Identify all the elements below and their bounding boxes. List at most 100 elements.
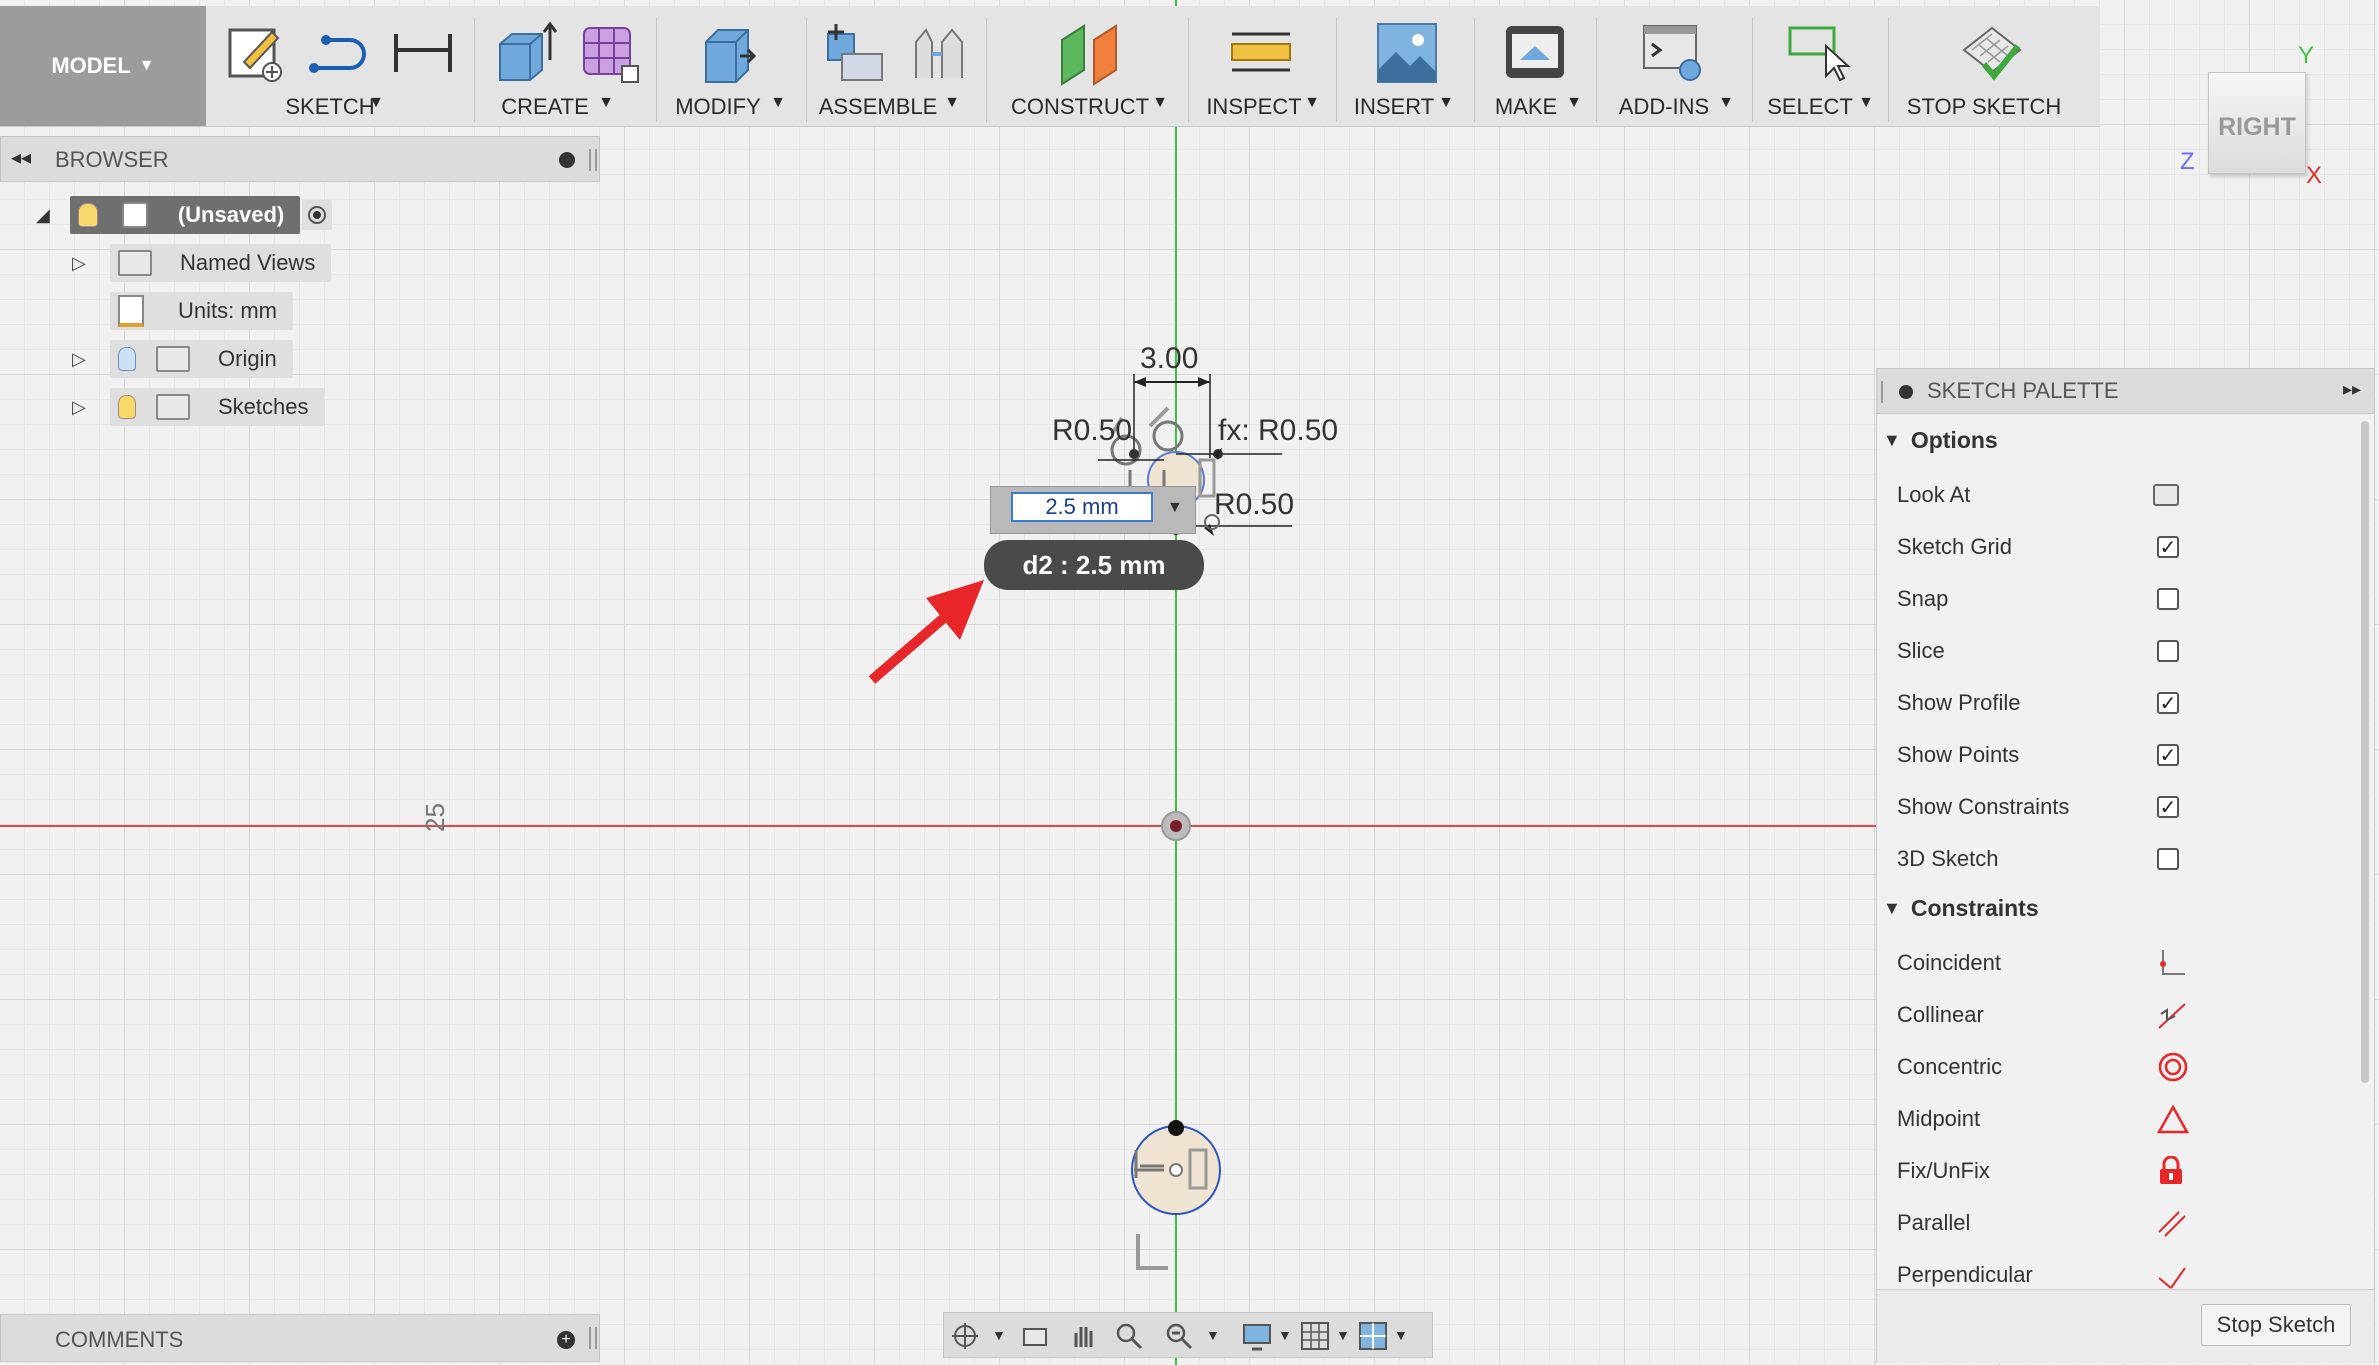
concentric-icon[interactable] [2157, 1051, 2189, 1083]
grid-settings-icon[interactable] [1300, 1321, 1330, 1351]
toolbar-inspect-label[interactable]: INSPECT [1206, 94, 1301, 120]
activate-radio-icon[interactable] [302, 200, 333, 230]
chevron-down-icon[interactable]: ▼ [1883, 430, 1901, 451]
midpoint-icon[interactable] [2157, 1104, 2189, 1134]
measure-icon[interactable] [1228, 20, 1294, 86]
viewports-icon[interactable] [1358, 1321, 1388, 1351]
minimize-icon[interactable] [559, 152, 575, 168]
joint-icon[interactable] [906, 20, 972, 86]
chevron-down-icon[interactable]: ▼ [598, 94, 614, 112]
form-icon[interactable] [576, 20, 642, 86]
chevron-down-icon[interactable]: ▼ [992, 1327, 1006, 1343]
extrude-icon[interactable] [492, 20, 558, 86]
option-show-points[interactable]: Show Points ✓ [1897, 735, 2337, 775]
viewcube-face[interactable]: RIGHT [2208, 72, 2306, 174]
stop-sketch-button[interactable]: Stop Sketch [2201, 1304, 2351, 1346]
offset-plane-icon[interactable] [1058, 20, 1124, 86]
toolbar-insert-label[interactable]: INSERT [1354, 94, 1434, 120]
lightbulb-icon[interactable] [77, 203, 98, 227]
chevron-down-icon[interactable]: ▼ [770, 94, 786, 112]
browser-item-origin[interactable]: ▷ Origin [72, 340, 293, 378]
chevron-down-icon[interactable]: ▼ [1394, 1327, 1408, 1343]
width-dimension[interactable]: 3.00 [1140, 342, 1198, 376]
options-section-header[interactable]: ▼ Options [1883, 427, 1998, 454]
create-sketch-icon[interactable] [222, 20, 288, 86]
show-points-checkbox[interactable]: ✓ [2157, 744, 2179, 767]
constraint-collinear[interactable]: Collinear [1897, 995, 2337, 1035]
chevron-down-icon[interactable]: ▼ [1336, 1327, 1350, 1343]
lightbulb-icon[interactable] [118, 395, 136, 419]
scripts-addins-icon[interactable] [1640, 20, 1706, 86]
browser-item-sketches[interactable]: ▷ Sketches [72, 388, 325, 426]
chevron-down-icon[interactable]: ▼ [944, 94, 960, 112]
look-at-icon[interactable] [1020, 1321, 1050, 1351]
panel-grip[interactable] [589, 1327, 597, 1349]
radius-dimension-left[interactable]: R0.50 [1052, 414, 1132, 448]
show-constraints-checkbox[interactable]: ✓ [2157, 796, 2179, 819]
panel-grip[interactable] [589, 149, 597, 171]
option-3d-sketch[interactable]: 3D Sketch [1897, 839, 2337, 879]
fit-zoom-icon[interactable] [1164, 1321, 1194, 1351]
viewcube[interactable]: RIGHT Y Z X [2180, 42, 2322, 189]
dimension-tool-icon[interactable] [390, 20, 456, 86]
expand-triangle-icon[interactable]: ▷ [72, 253, 110, 274]
toolbar-construct-label[interactable]: CONSTRUCT [1011, 94, 1149, 120]
browser-root-item[interactable]: ◢ (Unsaved) [36, 196, 333, 234]
palette-header[interactable]: SKETCH PALETTE ▸▸ [1877, 369, 2374, 414]
toolbar-sketch-label[interactable]: SKETCH [285, 94, 374, 120]
collapse-left-icon[interactable]: ◂◂ [11, 145, 31, 170]
parallel-icon[interactable] [2157, 1208, 2187, 1238]
slice-checkbox[interactable] [2157, 640, 2179, 662]
coincident-icon[interactable] [2157, 948, 2187, 978]
expand-triangle-icon[interactable]: ▷ [72, 397, 110, 418]
constraints-section-header[interactable]: ▼ Constraints [1883, 895, 2039, 922]
pan-hand-icon[interactable] [1068, 1321, 1098, 1351]
radius-dimension-right[interactable]: R0.50 [1214, 488, 1294, 522]
3d-sketch-checkbox[interactable] [2157, 848, 2179, 870]
line-tool-icon[interactable] [306, 20, 372, 86]
browser-item-units[interactable]: Units: mm [110, 292, 293, 330]
chevron-down-icon[interactable]: ▼ [1858, 94, 1874, 112]
option-show-profile[interactable]: Show Profile ✓ [1897, 683, 2337, 723]
snap-checkbox[interactable] [2157, 588, 2179, 610]
dimension-value-input[interactable] [1011, 492, 1153, 522]
insert-image-icon[interactable] [1374, 20, 1440, 86]
sketch-grid-checkbox[interactable]: ✓ [2157, 536, 2179, 559]
option-slice[interactable]: Slice [1897, 631, 2337, 671]
3d-print-icon[interactable] [1502, 20, 1568, 86]
collinear-icon[interactable] [2157, 1000, 2187, 1030]
toolbar-create-label[interactable]: CREATE [501, 94, 589, 120]
look-at-icon[interactable] [2153, 484, 2179, 506]
chevron-down-icon[interactable]: ▼ [1438, 94, 1454, 112]
sketch-geometry[interactable] [1000, 330, 1400, 1280]
chevron-down-icon[interactable]: ▼ [368, 94, 384, 112]
chevron-down-icon[interactable]: ▼ [1152, 94, 1168, 112]
option-sketch-grid[interactable]: Sketch Grid ✓ [1897, 527, 2337, 567]
zoom-icon[interactable] [1114, 1321, 1144, 1351]
perpendicular-icon[interactable] [2157, 1260, 2187, 1290]
expand-triangle-icon[interactable]: ◢ [36, 205, 50, 226]
add-comment-icon[interactable]: + [557, 1331, 575, 1349]
expand-triangle-icon[interactable]: ▷ [72, 349, 110, 370]
option-show-constraints[interactable]: Show Constraints ✓ [1897, 787, 2337, 827]
chevron-down-icon[interactable]: ▼ [1206, 1327, 1220, 1343]
press-pull-icon[interactable] [696, 20, 762, 86]
lightbulb-icon[interactable] [118, 347, 136, 371]
chevron-down-icon[interactable]: ▼ [1278, 1327, 1292, 1343]
browser-panel-header[interactable]: ◂◂ BROWSER [0, 136, 600, 182]
chevron-down-icon[interactable]: ▼ [1883, 898, 1901, 919]
lower-sketch-circle[interactable] [1131, 1120, 1221, 1270]
stop-sketch-icon[interactable] [1958, 20, 2024, 86]
toolbar-stop-sketch-label[interactable]: STOP SKETCH [1907, 94, 2061, 120]
chevron-down-icon[interactable]: ▼ [1167, 499, 1183, 517]
option-snap[interactable]: Snap [1897, 579, 2337, 619]
minimize-icon[interactable] [1899, 385, 1913, 399]
constraint-concentric[interactable]: Concentric [1897, 1047, 2337, 1087]
constraint-parallel[interactable]: Parallel [1897, 1203, 2337, 1243]
constraint-midpoint[interactable]: Midpoint [1897, 1099, 2337, 1139]
orbit-icon[interactable] [950, 1321, 980, 1351]
toolbar-make-label[interactable]: MAKE [1495, 94, 1557, 120]
chevron-down-icon[interactable]: ▼ [1304, 94, 1320, 112]
display-settings-icon[interactable] [1242, 1321, 1272, 1351]
lock-icon[interactable] [2157, 1156, 2185, 1186]
